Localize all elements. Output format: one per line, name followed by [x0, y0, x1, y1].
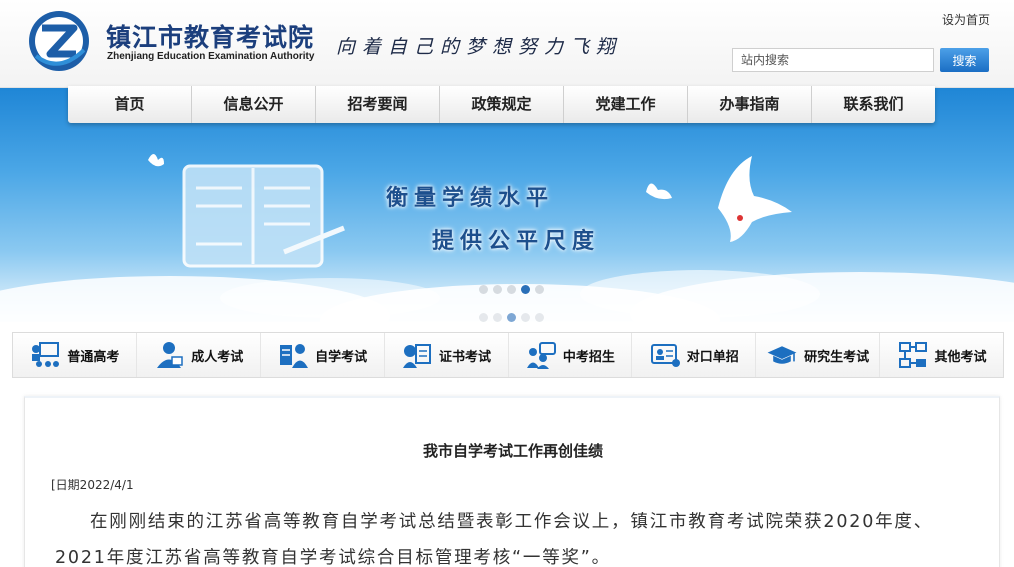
site-name: 镇江市教育考试院 [106, 23, 315, 52]
certificate-icon [401, 340, 433, 370]
category-label: 其他考试 [934, 349, 987, 365]
id-card-icon [649, 340, 681, 370]
search-button[interactable]: 搜索 [940, 48, 989, 72]
exam-category-bar: 普通高考 成人考试 自学考试 证书考试 中考招生 对口单招 研究生考试 其他考试 [12, 332, 1004, 378]
category-label: 中考招生 [562, 349, 615, 365]
article-panel: 我市自学考试工作再创佳绩 [日期2022/4/1 在刚刚结束的江苏省高等教育自学… [24, 396, 1000, 567]
category-other-exams[interactable]: 其他考试 [880, 333, 1003, 377]
slider-dot[interactable] [479, 285, 488, 294]
category-label: 研究生考试 [804, 349, 870, 365]
site-header: 镇江市教育考试院 Zhenjiang Education Examination… [0, 0, 1014, 88]
network-icon [897, 340, 929, 370]
site-name-en: Zhenjiang Education Examination Authorit… [107, 51, 315, 62]
nav-contact-us[interactable]: 联系我们 [812, 86, 935, 123]
self-study-icon [277, 340, 309, 370]
category-label: 成人考试 [191, 349, 244, 365]
category-certificate-exam[interactable]: 证书考试 [384, 333, 508, 377]
nav-party-building[interactable]: 党建工作 [564, 86, 688, 123]
chat-people-icon [525, 340, 557, 370]
graduation-cap-icon [766, 340, 798, 370]
slider-dot[interactable] [493, 285, 502, 294]
slider-dot[interactable] [507, 285, 516, 294]
nav-info-disclosure[interactable]: 信息公开 [192, 86, 316, 123]
logo-icon[interactable] [26, 10, 92, 72]
category-label: 证书考试 [439, 349, 492, 365]
nav-service-guide[interactable]: 办事指南 [688, 86, 812, 123]
slider-dots-reflection [479, 313, 544, 322]
article-date: [日期2022/4/1 [51, 478, 134, 492]
category-postgraduate-exam[interactable]: 研究生考试 [756, 333, 880, 377]
nav-policies[interactable]: 政策规定 [440, 86, 564, 123]
search-input[interactable] [732, 48, 934, 72]
category-label: 普通高考 [67, 349, 120, 365]
category-self-study[interactable]: 自学考试 [260, 333, 384, 377]
banner-heading-line1: 衡量学绩水平 [386, 186, 555, 211]
slider-dot-reflection [535, 313, 544, 322]
category-label: 对口单招 [686, 349, 739, 365]
slider-dot-reflection [493, 313, 502, 322]
slogan: 向着自己的梦想努力飞翔 [336, 36, 623, 58]
slider-dots [479, 285, 544, 294]
slider-dot-reflection [507, 313, 516, 322]
slider-dot-reflection [521, 313, 530, 322]
banner-heading-line2: 提供公平尺度 [432, 229, 601, 254]
teacher-icon [29, 340, 61, 370]
slider-dot-active[interactable] [521, 285, 530, 294]
slider-dot[interactable] [535, 285, 544, 294]
category-adult-exam[interactable]: 成人考试 [136, 333, 260, 377]
article-body: 在刚刚结束的江苏省高等教育自学考试总结暨表彰工作会议上，镇江市教育考试院荣获20… [55, 512, 934, 567]
slider-dot-reflection [479, 313, 488, 322]
article-title: 我市自学考试工作再创佳绩 [422, 442, 603, 460]
nav-home[interactable]: 首页 [68, 86, 192, 123]
category-vocational-admission[interactable]: 对口单招 [632, 333, 756, 377]
banner: 衡量学绩水平 提供公平尺度 [0, 88, 1014, 322]
nav-exam-news[interactable]: 招考要闻 [316, 86, 440, 123]
category-label: 自学考试 [315, 349, 368, 365]
set-home-link[interactable]: 设为首页 [942, 11, 990, 28]
adult-student-icon [153, 340, 185, 370]
category-zhongkao[interactable]: 中考招生 [508, 333, 632, 377]
main-nav: 首页 信息公开 招考要闻 政策规定 党建工作 办事指南 联系我们 [68, 86, 935, 123]
category-gaokao[interactable]: 普通高考 [13, 333, 136, 377]
